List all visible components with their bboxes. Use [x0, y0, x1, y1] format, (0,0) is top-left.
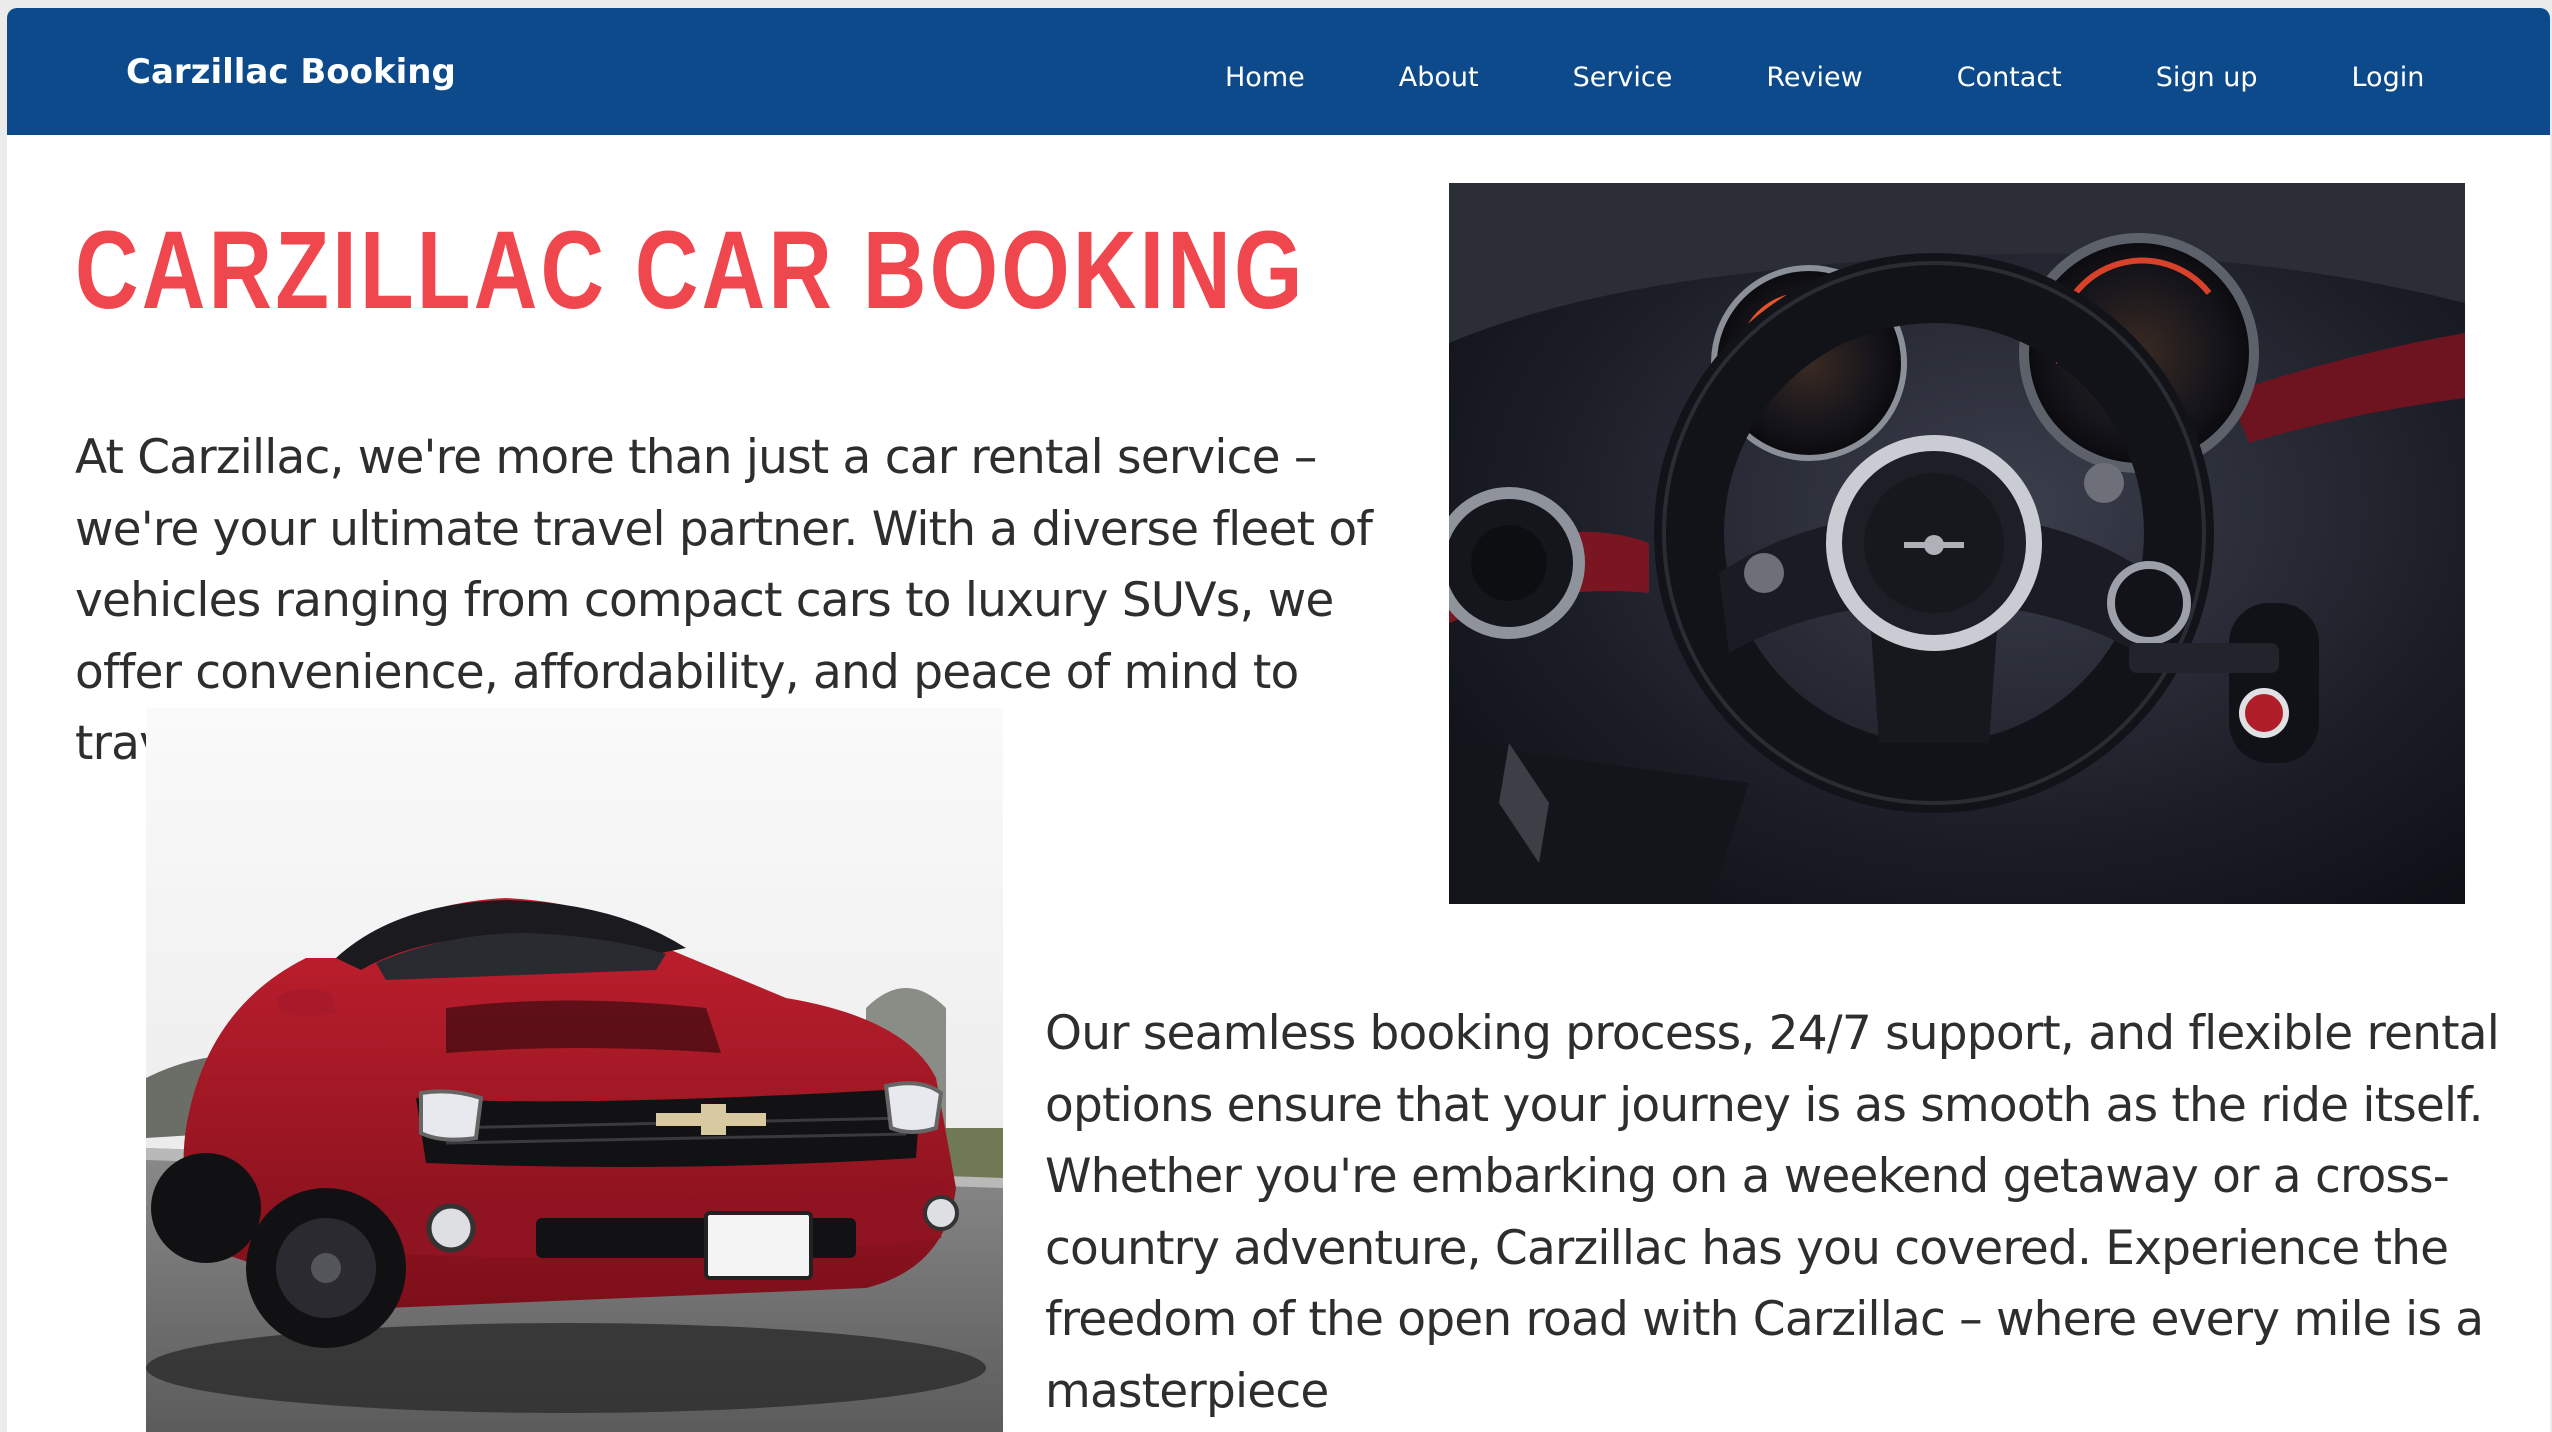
nav-link-login[interactable]: Login — [2351, 62, 2424, 93]
nav-link-contact[interactable]: Contact — [1957, 62, 2062, 93]
nav-link-review[interactable]: Review — [1766, 62, 1862, 93]
nav-link-signup[interactable]: Sign up — [2156, 62, 2258, 93]
car-interior-illustration — [1449, 183, 2465, 904]
nav-link-about[interactable]: About — [1399, 62, 1479, 93]
page-title: CARZILLAC CAR BOOKING — [75, 209, 1306, 332]
nav-link-home[interactable]: Home — [1225, 62, 1305, 93]
browser-page: Carzillac Booking Home About Service Rev… — [7, 8, 2550, 1432]
navbar: Carzillac Booking Home About Service Rev… — [7, 8, 2550, 135]
brand-logo-link[interactable]: Carzillac Booking — [126, 52, 456, 92]
red-car-illustration — [146, 708, 1003, 1432]
red-car-image — [146, 708, 1003, 1432]
nav-links: Home About Service Review Contact Sign u… — [1225, 62, 2424, 93]
nav-link-service[interactable]: Service — [1573, 62, 1673, 93]
booking-paragraph: Our seamless booking process, 24/7 suppo… — [1045, 1006, 2500, 1419]
car-interior-image — [1449, 183, 2465, 904]
